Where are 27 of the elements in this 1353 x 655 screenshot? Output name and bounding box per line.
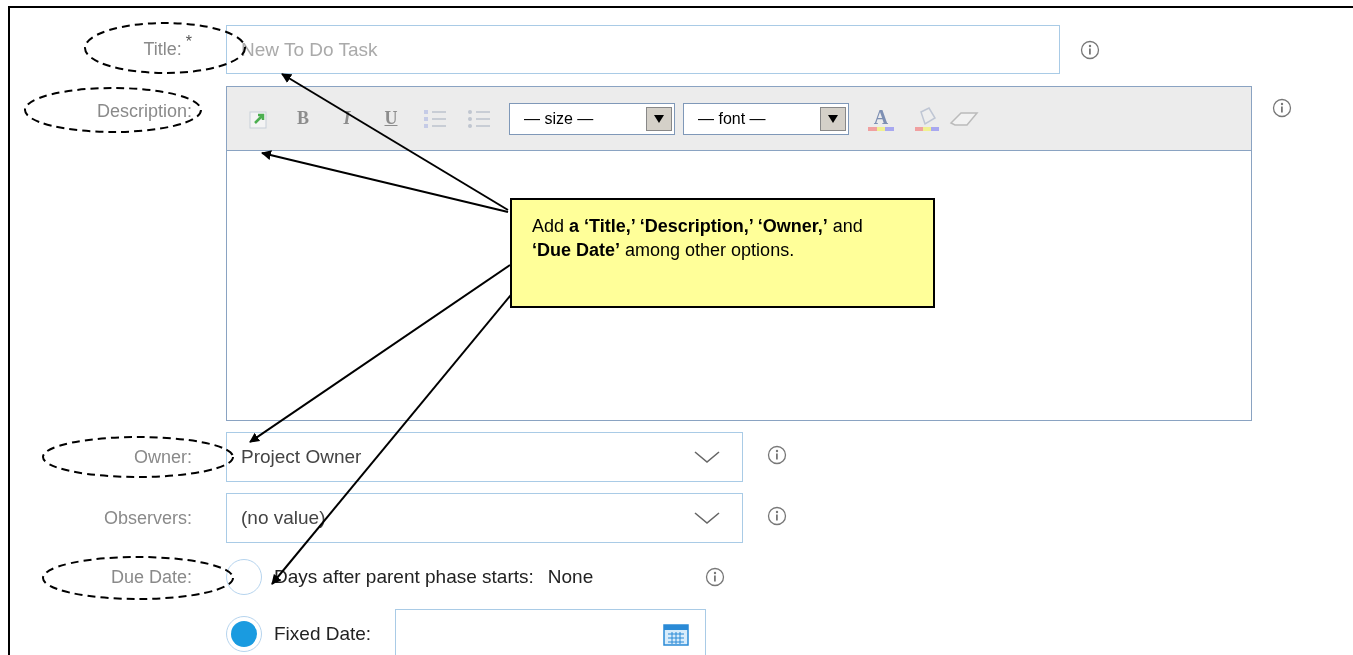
calendar-icon[interactable] bbox=[663, 622, 690, 646]
dropdown-arrow-icon bbox=[827, 113, 839, 124]
field-label: Due Date: bbox=[110, 565, 192, 589]
chevron-down-icon bbox=[694, 511, 720, 525]
info-icon[interactable] bbox=[705, 567, 726, 587]
dropdown-select[interactable]: Project Owner bbox=[226, 432, 743, 482]
toolbar-select[interactable]: — font — bbox=[683, 102, 849, 135]
info-icon[interactable] bbox=[1272, 98, 1292, 118]
info-icon[interactable] bbox=[767, 445, 787, 465]
info-icon[interactable] bbox=[767, 506, 787, 526]
toolbar-select[interactable]: — size — bbox=[509, 102, 675, 135]
field-label: Observers: bbox=[103, 506, 192, 530]
info-icon[interactable] bbox=[1080, 39, 1100, 60]
radio-button[interactable] bbox=[226, 616, 262, 652]
paint-bucket-icon[interactable] bbox=[913, 105, 941, 132]
field-label: Owner: bbox=[133, 445, 192, 469]
field-label: Description: bbox=[96, 100, 192, 123]
days-value: None bbox=[547, 564, 594, 589]
required-mark: * bbox=[185, 32, 192, 52]
radio-label: Fixed Date: bbox=[274, 621, 372, 646]
dropdown-select[interactable]: (no value) bbox=[226, 493, 743, 543]
field-label: Title: bbox=[143, 38, 182, 61]
dropdown-arrow-icon bbox=[653, 113, 665, 124]
chevron-down-icon bbox=[694, 450, 720, 464]
date-input[interactable] bbox=[395, 609, 707, 655]
radio-button[interactable] bbox=[226, 559, 262, 595]
callout-text: Add a ‘Title,’ ‘Description,’ ‘Owner,’ and ‘Due Date’ among other options. bbox=[532, 215, 864, 262]
